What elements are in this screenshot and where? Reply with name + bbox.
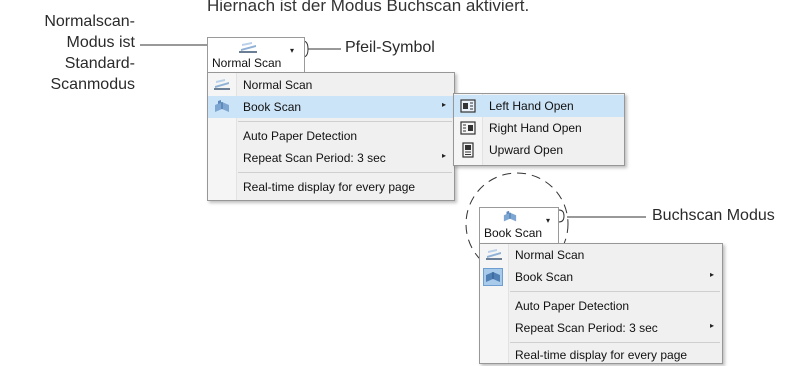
menu-item-auto-paper-detection[interactable]: Auto Paper Detection [208,125,454,147]
normal-scan-icon [214,79,230,90]
book-scan-submenu: Left Hand Open Right Hand Open Upward Op… [453,93,625,166]
scan-mode-menu: Normal Scan Book Scan ▸ Auto Paper Detec… [207,72,455,201]
menu-divider [510,291,720,292]
normal-scan-icon [239,42,257,53]
menu-item-auto-paper-detection[interactable]: Auto Paper Detection [480,295,722,317]
submenu-item-right-hand-open[interactable]: Right Hand Open [454,117,624,139]
menu-item-label: Book Scan [243,100,302,114]
book-scan-button-label: Book Scan [484,226,543,240]
chevron-right-icon: ▸ [709,321,714,330]
menu-item-repeat-scan-period[interactable]: Repeat Scan Period: 3 sec ▸ [208,147,454,169]
menu-divider [238,121,452,122]
menu-item-repeat-scan-period[interactable]: Repeat Scan Period: 3 sec ▸ [480,317,722,339]
book-scan-icon [503,210,517,222]
menu-item-book-scan[interactable]: Book Scan ▸ [480,266,722,288]
menu-item-label: Repeat Scan Period: 3 sec [515,321,658,335]
chevron-right-icon: ▸ [441,151,446,160]
menu-item-label: Real-time display for every page [243,180,416,194]
menu-item-real-time-display[interactable]: Real-time display for every page [208,176,454,198]
scan-mode-menu-after: Normal Scan Book Scan ▸ Auto Paper Detec… [479,243,723,364]
menu-item-label: Auto Paper Detection [515,299,630,313]
chevron-down-icon[interactable]: ▾ [290,46,294,55]
chevron-down-icon[interactable]: ▾ [546,216,550,225]
chevron-right-icon: ▸ [709,270,714,279]
submenu-item-upward-open[interactable]: Upward Open [454,139,624,161]
chevron-right-icon: ▸ [441,100,446,109]
normal-scan-icon [486,249,502,260]
menu-item-label: Normal Scan [515,248,585,262]
normal-scan-split-button[interactable]: Normal Scan ▾ [207,37,305,74]
book-scan-split-button[interactable]: Book Scan ▾ [479,207,559,244]
submenu-item-left-hand-open[interactable]: Left Hand Open [454,95,624,117]
menu-item-label: Real-time display for every page [515,348,688,362]
normal-scan-button-label: Normal Scan [212,56,282,70]
book-scan-icon [483,268,503,286]
submenu-item-label: Upward Open [489,143,564,157]
menu-item-label: Repeat Scan Period: 3 sec [243,151,386,165]
left-hand-open-icon [460,99,476,113]
menu-item-book-scan[interactable]: Book Scan ▸ [208,96,454,118]
menu-item-normal-scan[interactable]: Normal Scan [208,74,454,96]
menu-divider [510,342,720,343]
submenu-item-label: Right Hand Open [489,121,582,135]
menu-item-label: Book Scan [515,270,574,284]
upward-open-icon [462,142,474,158]
submenu-item-label: Left Hand Open [489,99,574,113]
book-scan-icon [215,100,229,112]
menu-item-label: Normal Scan [243,78,313,92]
menu-item-label: Auto Paper Detection [243,129,358,143]
menu-divider [238,172,452,173]
menu-item-normal-scan[interactable]: Normal Scan [480,244,722,266]
right-hand-open-icon [460,121,476,135]
